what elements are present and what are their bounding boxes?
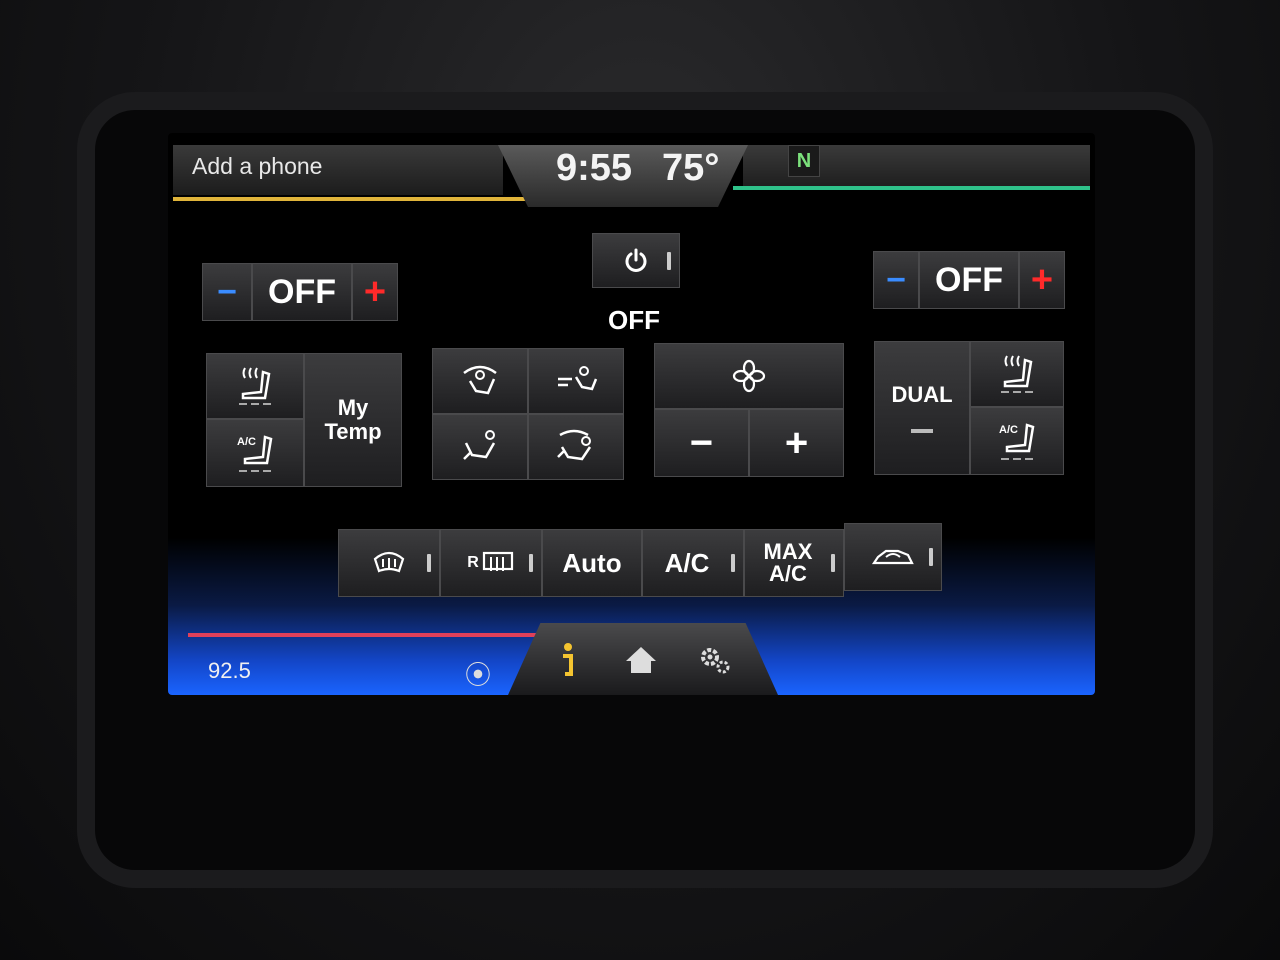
front-defrost-icon <box>373 551 405 573</box>
airflow-face-floor-icon <box>557 429 592 461</box>
plus-icon: + <box>1030 258 1054 301</box>
minus-icon: − <box>217 272 237 311</box>
airflow-face-icon <box>558 366 598 391</box>
max-ac-button[interactable]: MAX A/C <box>744 529 844 597</box>
info-button[interactable] <box>530 629 604 691</box>
left-temp-display: OFF <box>252 263 352 321</box>
power-icon <box>625 248 647 272</box>
fan-icon <box>732 359 766 393</box>
plus-icon: + <box>363 270 387 313</box>
seat-heat-icon <box>239 367 271 405</box>
ac-button[interactable]: A/C <box>642 529 744 597</box>
home-icon <box>626 647 656 673</box>
my-temp-label: My Temp <box>324 395 382 444</box>
airflow-face-button[interactable] <box>528 348 624 414</box>
airflow-floor-icon <box>463 430 496 460</box>
right-temp-down-button[interactable]: − <box>873 251 919 309</box>
airflow-floor-button[interactable] <box>432 414 528 480</box>
dual-indicator <box>911 429 933 433</box>
ac-label: A/C <box>664 547 710 578</box>
airflow-windshield-icon <box>463 365 497 395</box>
right-temp-display: OFF <box>919 251 1019 309</box>
nav-accent-stripe <box>733 186 1090 190</box>
recirculate-icon <box>871 549 914 565</box>
max-ac-indicator <box>831 554 835 572</box>
front-defrost-button[interactable] <box>338 529 440 597</box>
home-button[interactable] <box>604 629 678 691</box>
radio-accent-stripe <box>188 633 538 637</box>
max-ac-label-bottom: A/C <box>769 561 807 586</box>
auto-button[interactable]: Auto <box>542 529 642 597</box>
recirculate-button[interactable] <box>844 523 942 591</box>
recirculate-indicator <box>929 548 933 566</box>
left-temp-up-button[interactable]: + <box>352 263 398 321</box>
left-seat-heat-button[interactable] <box>206 353 304 419</box>
fan-speed-display <box>654 343 844 409</box>
left-temp-down-button[interactable]: − <box>202 263 252 321</box>
airflow-windshield-button[interactable] <box>432 348 528 414</box>
radio-frequency[interactable]: 92.5 <box>208 658 251 684</box>
dual-label: DUAL <box>891 382 953 407</box>
my-temp-button[interactable]: My Temp <box>304 353 402 487</box>
left-temp-value: OFF <box>268 272 336 311</box>
plus-icon: + <box>784 420 809 465</box>
rear-defrost-icon <box>482 551 513 571</box>
status-bar: Add a phone 9:55 75° N <box>168 133 1095 207</box>
right-temp-up-button[interactable]: + <box>1019 251 1065 309</box>
seat-heat-icon <box>1001 355 1033 393</box>
fan-down-button[interactable]: − <box>654 409 749 477</box>
settings-icon <box>701 648 730 674</box>
rear-label: R <box>467 554 479 571</box>
right-temp-value: OFF <box>935 260 1003 299</box>
left-seat-cool-button[interactable]: A/C <box>206 419 304 487</box>
rear-defrost-button[interactable]: R <box>440 529 542 597</box>
clock-time: 9:55 <box>556 147 633 189</box>
seat-ac-icon: A/C <box>237 435 273 472</box>
info-icon <box>563 643 573 676</box>
minus-icon: − <box>689 420 714 465</box>
power-indicator <box>667 251 671 270</box>
settings-button[interactable] <box>678 629 752 691</box>
minus-icon: − <box>886 260 906 299</box>
svg-text:A/C: A/C <box>237 436 256 448</box>
fan-up-button[interactable]: + <box>749 409 844 477</box>
compass-indicator: N <box>788 145 820 177</box>
phone-accent-stripe <box>173 197 528 201</box>
svg-text:A/C: A/C <box>999 424 1018 436</box>
ac-indicator <box>731 554 735 572</box>
infotainment-screen: Add a phone 9:55 75° N − OFF + OFF − OFF… <box>168 133 1095 695</box>
outside-temperature: 75° <box>662 147 720 189</box>
seat-ac-icon: A/C <box>999 423 1035 460</box>
right-seat-heat-button[interactable] <box>970 341 1064 407</box>
auto-label: Auto <box>562 547 622 578</box>
rear-defrost-indicator <box>529 554 533 572</box>
dual-button[interactable]: DUAL <box>874 341 970 475</box>
add-phone-label[interactable]: Add a phone <box>192 153 322 180</box>
front-defrost-indicator <box>427 554 431 572</box>
climate-power-status: OFF <box>608 305 660 335</box>
max-ac-label-top: MAX <box>763 539 813 564</box>
climate-power-button[interactable] <box>592 233 680 288</box>
right-seat-cool-button[interactable]: A/C <box>970 407 1064 475</box>
radio-signal-icon: ⦿ <box>465 660 492 690</box>
airflow-face-floor-button[interactable] <box>528 414 624 480</box>
